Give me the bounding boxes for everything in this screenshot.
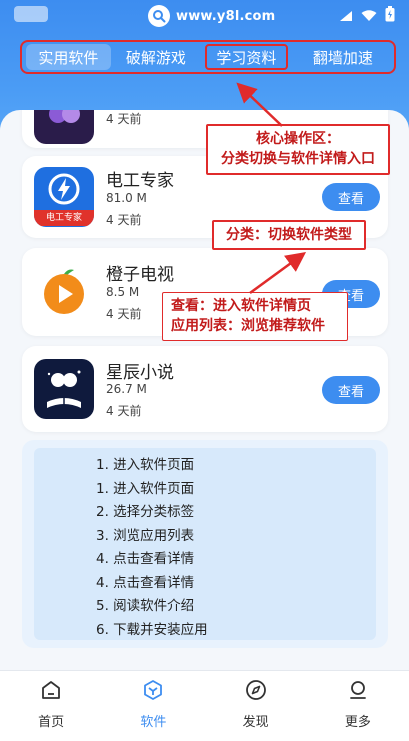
home-icon: [40, 679, 62, 705]
nav-home[interactable]: 首页: [0, 671, 102, 741]
url-text: www.y8l.com: [176, 8, 276, 24]
callout-line: 分类：切换软件类型: [226, 227, 352, 243]
category-tabs: 实用软件 破解游戏 学习资料 翻墙加速: [20, 40, 396, 74]
steps-panel: 1. 进入软件页面 1. 进入软件页面 2. 选择分类标签 3. 浏览应用列表 …: [22, 440, 388, 648]
status-bar: www.y8l.com: [0, 0, 409, 32]
app-size: 8.5 M: [106, 285, 140, 299]
site-url: www.y8l.com: [148, 5, 275, 27]
status-icons: [339, 6, 395, 26]
bottom-nav: 首页 软件 发现 更多: [0, 670, 409, 741]
app-name: 星辰小说: [106, 363, 174, 383]
nav-label: 首页: [38, 715, 65, 730]
view-button[interactable]: 查看: [322, 376, 380, 404]
step-item: 1. 进入软件页面: [96, 480, 195, 497]
compass-icon: [245, 679, 267, 705]
star-novel-app-icon: [34, 359, 94, 419]
view-callout: 查看：进入软件详情页 应用列表：浏览推荐软件: [162, 292, 348, 341]
view-button[interactable]: 查看: [322, 183, 380, 211]
nav-label: 软件: [140, 715, 167, 730]
icon-label: 电工专家: [34, 210, 94, 226]
callout-line: 应用列表：浏览推荐软件: [171, 318, 325, 335]
core-area-callout: 核心操作区： 分类切换与软件详情入口: [206, 124, 390, 175]
step-item: 6. 下载并安装应用: [96, 621, 208, 638]
nav-software[interactable]: 软件: [102, 671, 204, 741]
step-item: 5. 阅读软件介绍: [96, 598, 195, 614]
tab-utility-software[interactable]: 实用软件: [26, 44, 111, 70]
electrician-app-icon: 电工专家: [34, 167, 94, 227]
tab-vpn-acceleration[interactable]: 翻墙加速: [296, 44, 390, 70]
app-date: 4 天前: [106, 213, 142, 227]
step-item: 4. 点击查看详情: [96, 551, 195, 567]
category-callout: 分类：切换软件类型: [212, 220, 366, 251]
step-item: 2. 选择分类标签: [96, 504, 195, 520]
step-item: 3. 浏览应用列表: [96, 527, 195, 544]
callout-line: 核心操作区：: [256, 131, 340, 147]
nav-label: 发现: [242, 715, 269, 730]
steps-list: 1. 进入软件页面 1. 进入软件页面 2. 选择分类标签 3. 浏览应用列表 …: [34, 448, 376, 640]
orange-tv-app-icon: [34, 262, 94, 322]
search-icon: [148, 5, 170, 27]
signal-icon: [339, 7, 353, 26]
app-date: 4 天前: [106, 307, 142, 321]
tab-cracked-games[interactable]: 破解游戏: [111, 44, 201, 70]
app-name: 橙子电视: [106, 265, 174, 285]
nav-label: 更多: [344, 715, 371, 730]
step-item: 1. 进入软件页面: [96, 457, 195, 473]
step-item: 4. 点击查看详情: [96, 574, 195, 591]
app-date: 4 天前: [106, 404, 142, 418]
wifi-icon: [361, 7, 377, 26]
tab-study-materials[interactable]: 学习资料: [205, 44, 288, 70]
app-size: 81.0 M: [106, 191, 147, 205]
callout-line: 分类切换与软件详情入口: [221, 151, 375, 168]
cube-icon: [142, 679, 164, 705]
callout-line: 查看：进入软件详情页: [171, 298, 311, 314]
nav-more[interactable]: 更多: [307, 671, 409, 741]
app-size: 26.7 M: [106, 382, 147, 396]
app-card[interactable]: 星辰小说 26.7 M 4 天前 查看: [22, 346, 388, 432]
app-date: 4 天前: [106, 112, 142, 126]
app-icon: [34, 110, 94, 144]
nav-discover[interactable]: 发现: [205, 671, 307, 741]
user-icon: [347, 679, 369, 705]
blurred-time: [14, 6, 48, 22]
app-name: 电工专家: [106, 171, 174, 191]
battery-icon: [385, 6, 395, 26]
